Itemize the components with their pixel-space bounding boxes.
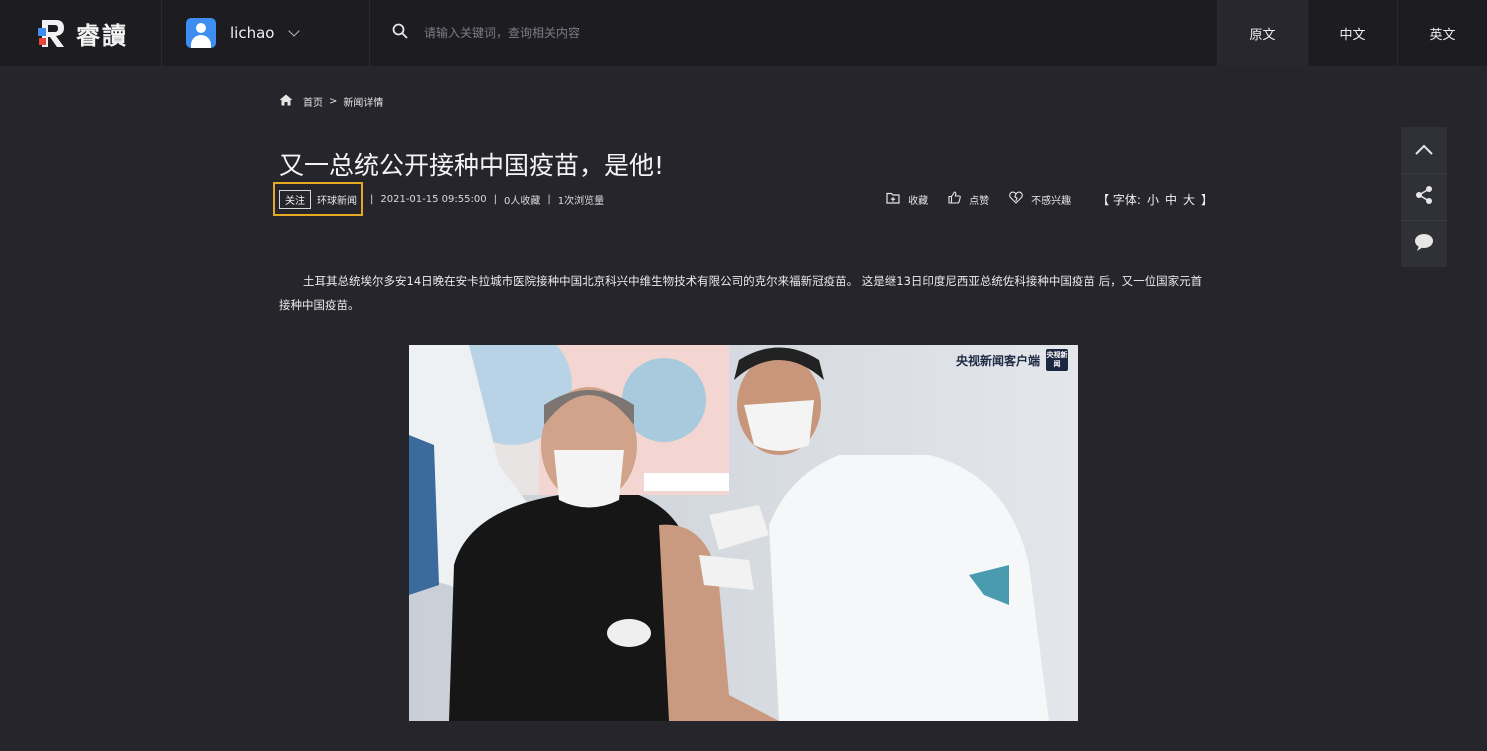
chevron-up-icon [1414, 141, 1434, 160]
home-icon[interactable] [279, 94, 293, 109]
breadcrumb-current: 新闻详情 [343, 98, 384, 109]
cctv-news-logo-icon: 央视新闻 [1046, 349, 1068, 371]
thumbs-up-icon [948, 191, 961, 207]
app-logo[interactable]: 睿讀 [0, 0, 162, 66]
like-button[interactable]: 点赞 [948, 191, 989, 207]
meta-separator: | [493, 193, 497, 205]
collect-icon [886, 192, 900, 207]
back-to-top-button[interactable] [1401, 127, 1447, 174]
user-menu[interactable]: lichao [162, 0, 370, 66]
tab-chinese[interactable]: 中文 [1307, 0, 1397, 66]
meta-separator: | [547, 193, 551, 205]
tab-original[interactable]: 原文 [1217, 0, 1307, 66]
tab-english[interactable]: 英文 [1397, 0, 1487, 66]
follow-button[interactable]: 关注 [279, 189, 311, 209]
breadcrumb: 首页 > 新闻详情 [279, 94, 383, 109]
source-link[interactable]: 环球新闻 [317, 192, 357, 207]
article-paragraph: 土耳其总统埃尔多安14日晚在安卡拉城市医院接种中国北京科兴中维生物技术有限公司的… [279, 274, 1203, 312]
search-input[interactable] [424, 26, 824, 40]
logo-mark-icon [36, 16, 68, 50]
search-icon[interactable] [392, 23, 408, 43]
collect-button[interactable]: 收藏 [886, 192, 928, 207]
favorite-count: 0人收藏 [503, 195, 541, 207]
logo-text: 睿讀 [76, 20, 128, 50]
share-button[interactable] [1401, 174, 1447, 221]
broken-heart-icon [1009, 191, 1023, 207]
font-small-button[interactable]: 小 [1147, 191, 1159, 208]
like-label: 点赞 [969, 195, 990, 207]
article-meta: 关注 环球新闻 | 2021-01-15 09:55:00 | 0人收藏 | 1… [273, 182, 1213, 216]
article-title: 又一总统公开接种中国疫苗，是他! [279, 151, 665, 180]
view-count: 1次浏览量 [557, 195, 605, 207]
comment-button[interactable] [1401, 221, 1447, 267]
comment-bubble-icon [1413, 232, 1435, 256]
share-icon [1414, 185, 1434, 209]
publish-date: 2021-01-15 09:55:00 [380, 193, 487, 205]
article-actions: 收藏 点赞 不感兴趣 【 字体: 小 中 大 】 [886, 191, 1213, 208]
dislike-button[interactable]: 不感兴趣 [1009, 191, 1071, 207]
font-prefix: 【 字体: [1097, 192, 1141, 207]
font-medium-button[interactable]: 中 [1165, 191, 1177, 208]
follow-source-highlight: 关注 环球新闻 [273, 182, 363, 216]
breadcrumb-home-link[interactable]: 首页 [303, 94, 323, 109]
breadcrumb-separator: > [329, 96, 338, 107]
article-photo: 央视新闻客户端 央视新闻 [409, 345, 1078, 721]
top-navigation-bar: 睿讀 lichao 原文 中文 英文 [0, 0, 1487, 66]
search-bar [370, 0, 1217, 66]
dislike-label: 不感兴趣 [1031, 195, 1072, 207]
font-suffix: 】 [1200, 192, 1213, 207]
watermark-text: 央视新闻客户端 [955, 353, 1040, 368]
chevron-down-icon [288, 25, 301, 37]
vaccination-photo-illustration [409, 345, 1078, 721]
font-large-button[interactable]: 大 [1183, 191, 1195, 208]
collect-label: 收藏 [908, 195, 929, 207]
photo-watermark: 央视新闻客户端 央视新闻 [956, 349, 1068, 371]
side-toolbar [1401, 127, 1447, 267]
username-label: lichao [230, 24, 275, 42]
meta-separator: | [370, 193, 374, 205]
avatar [186, 18, 216, 48]
language-tabs: 原文 中文 英文 [1217, 0, 1487, 66]
font-size-control: 【 字体: 小 中 大 】 [1097, 191, 1213, 208]
